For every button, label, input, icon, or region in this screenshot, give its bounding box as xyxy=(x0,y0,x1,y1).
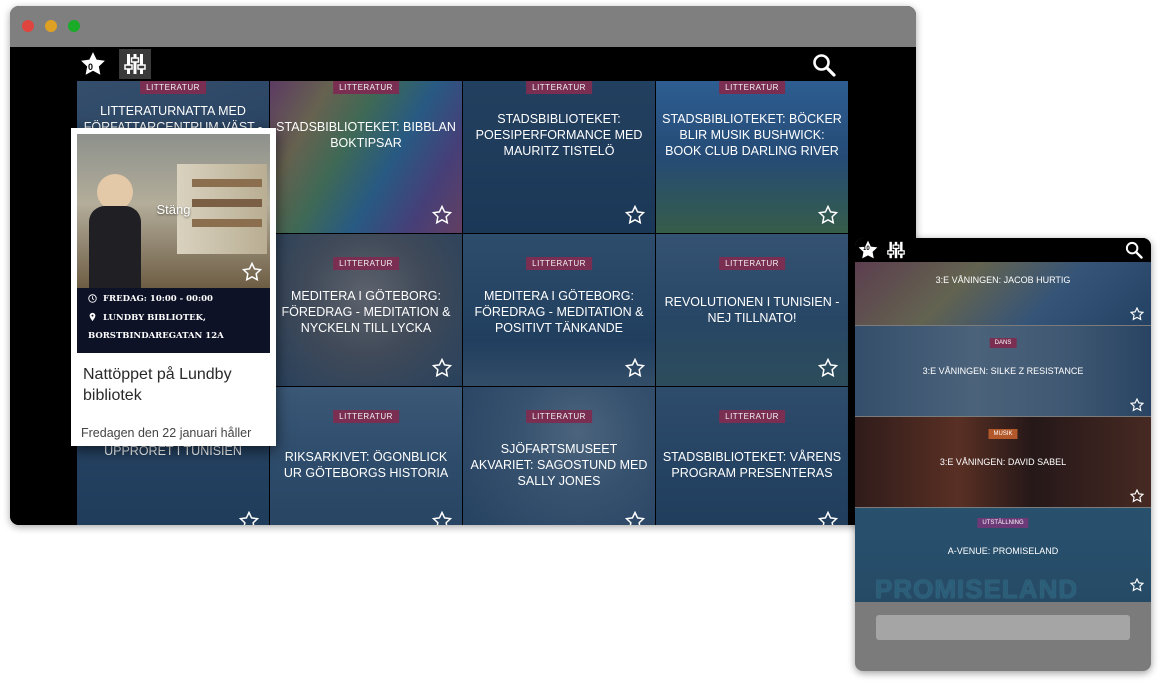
window-titlebar xyxy=(10,6,916,47)
event-title: REVOLUTIONEN I TUNISIEN - NEJ TILLNATO! xyxy=(664,295,840,325)
event-title: STADSBIBLIOTEKET: POESIPERFORMANCE MED M… xyxy=(475,112,643,158)
event-tile[interactable]: LITTERATUR STADSBIBLIOTEKET: BÖCKER BLIR… xyxy=(656,81,848,233)
event-title: MEDITERA I GÖTEBORG: FÖREDRAG - MEDITATI… xyxy=(281,289,451,335)
mobile-header: 10 xyxy=(855,238,1151,262)
event-tile[interactable]: LITTERATUR STADSBIBLIOTEKET: BIBBLAN BOK… xyxy=(270,81,462,233)
favorite-star-icon[interactable] xyxy=(1130,578,1144,592)
event-tile[interactable]: LITTERATUR MEDITERA I GÖTEBORG: FÖREDRAG… xyxy=(463,234,655,386)
favorite-star-icon[interactable] xyxy=(239,511,259,525)
event-detail-popup: Stäng FREDAG: 10:00 - 00:00 LUNDBY BIBLI… xyxy=(71,128,276,446)
category-badge: DANS xyxy=(989,338,1017,348)
event-title: STADSBIBLIOTEKET: BIBBLAN BOKTIPSAR xyxy=(276,120,456,150)
favorites-count: 0 xyxy=(88,62,94,72)
filter-icon xyxy=(887,241,905,259)
mobile-filter-button[interactable] xyxy=(887,241,905,259)
event-address: BORSTBINDAREGATAN 12A xyxy=(88,331,224,341)
event-tile[interactable]: LITTERATUR STADSBIBLIOTEKET: VÅRENS PROG… xyxy=(656,387,848,525)
clock-icon xyxy=(88,294,97,303)
category-badge: LITTERATUR xyxy=(526,410,592,423)
close-window-button[interactable] xyxy=(22,20,34,32)
promo-graphic-text: PROMISELAND xyxy=(875,574,1079,602)
favorite-star-icon[interactable] xyxy=(818,511,838,525)
filter-button[interactable] xyxy=(119,49,151,79)
category-badge: LITTERATUR xyxy=(526,257,592,270)
category-badge: LITTERATUR xyxy=(333,81,399,94)
category-badge: LITTERATUR xyxy=(140,81,206,94)
category-badge: LITTERATUR xyxy=(333,257,399,270)
favorite-star-icon[interactable] xyxy=(1130,307,1144,321)
favorite-star-icon[interactable] xyxy=(432,358,452,378)
search-button[interactable] xyxy=(810,51,838,79)
favorite-star-icon[interactable] xyxy=(818,205,838,225)
mobile-event-title: 3:E VÅNINGEN: JACOB HURTIG xyxy=(935,275,1071,285)
category-badge: LITTERATUR xyxy=(719,81,785,94)
event-tile[interactable]: LITTERATUR REVOLUTIONEN I TUNISIEN - NEJ… xyxy=(656,234,848,386)
mobile-event-title: A-VENUE: PROMISELAND xyxy=(947,546,1059,556)
event-title: STADSBIBLIOTEKET: BÖCKER BLIR MUSIK BUSH… xyxy=(662,112,842,158)
filter-icon xyxy=(124,54,146,74)
favorite-star-icon[interactable] xyxy=(432,511,452,525)
search-icon xyxy=(1125,241,1143,259)
favorites-button[interactable]: 0 xyxy=(78,49,108,79)
favorite-star-icon[interactable] xyxy=(818,358,838,378)
mobile-event-tile[interactable]: DANS 3:E VÅNINGEN: SILKE Z RESISTANCE xyxy=(855,326,1151,416)
mobile-favorites-count: 10 xyxy=(863,246,870,252)
mobile-event-title: 3:E VÅNINGEN: DAVID SABEL xyxy=(939,457,1067,467)
favorite-star-icon[interactable] xyxy=(625,511,645,525)
mobile-window: 10 3:E VÅNINGEN: JACOB HURTIG DANS 3:E V… xyxy=(855,238,1151,671)
maximize-window-button[interactable] xyxy=(68,20,80,32)
category-badge: LITTERATUR xyxy=(719,257,785,270)
event-title: RIKSARKIVET: ÖGONBLICK UR GÖTEBORGS HIST… xyxy=(283,450,449,480)
category-badge: LITTERATUR xyxy=(526,81,592,94)
event-location: LUNDBY BIBLIOTEK, xyxy=(103,313,206,323)
category-badge: LITTERATUR xyxy=(719,410,785,423)
popup-event-title: Nattöppet på Lundby bibliotek xyxy=(83,366,232,404)
search-icon xyxy=(813,54,836,77)
favorite-star-icon[interactable] xyxy=(432,205,452,225)
location-pin-icon xyxy=(89,312,96,322)
mobile-event-tile[interactable]: 3:E VÅNINGEN: JACOB HURTIG xyxy=(855,262,1151,325)
event-info-bar: FREDAG: 10:00 - 00:00 LUNDBY BIBLIOTEK, … xyxy=(77,288,270,353)
category-badge: MUSIK xyxy=(988,429,1018,439)
category-badge: LITTERATUR xyxy=(333,410,399,423)
favorite-star-icon[interactable] xyxy=(1130,398,1144,412)
mobile-event-title: 3:E VÅNINGEN: SILKE Z RESISTANCE xyxy=(922,366,1084,376)
event-title: SJÖFARTSMUSEET AKVARIET: SAGOSTUND MED S… xyxy=(470,442,648,488)
event-tile[interactable]: LITTERATUR STADSBIBLIOTEKET: POESIPERFOR… xyxy=(463,81,655,233)
mobile-favorites-button[interactable]: 10 xyxy=(857,239,879,261)
favorite-star-icon[interactable] xyxy=(1130,489,1144,503)
favorite-star-icon[interactable] xyxy=(242,262,262,282)
minimize-window-button[interactable] xyxy=(45,20,57,32)
favorite-star-icon[interactable] xyxy=(625,358,645,378)
event-tile[interactable]: LITTERATUR RIKSARKIVET: ÖGONBLICK UR GÖT… xyxy=(270,387,462,525)
event-tile[interactable]: LITTERATUR SJÖFARTSMUSEET AKVARIET: SAGO… xyxy=(463,387,655,525)
favorite-star-icon[interactable] xyxy=(625,205,645,225)
mobile-event-tile[interactable]: MUSIK 3:E VÅNINGEN: DAVID SABEL xyxy=(855,417,1151,507)
category-badge: UTSTÄLLNING xyxy=(977,518,1029,528)
mobile-search-button[interactable] xyxy=(1125,241,1143,259)
event-title: MEDITERA I GÖTEBORG: FÖREDRAG - MEDITATI… xyxy=(474,289,644,335)
close-popup-button[interactable]: Stäng xyxy=(77,202,270,217)
event-title: STADSBIBLIOTEKET: VÅRENS PROGRAM PRESENT… xyxy=(662,450,842,480)
popup-event-description: Fredagen den 22 januari håller xyxy=(81,426,252,440)
event-photo: Stäng xyxy=(77,134,270,288)
mobile-input-field[interactable] xyxy=(876,615,1130,640)
mobile-event-tile[interactable]: UTSTÄLLNING A-VENUE: PROMISELAND PROMISE… xyxy=(855,508,1151,602)
event-time: FREDAG: 10:00 - 00:00 xyxy=(103,294,213,304)
event-tile[interactable]: LITTERATUR MEDITERA I GÖTEBORG: FÖREDRAG… xyxy=(270,234,462,386)
